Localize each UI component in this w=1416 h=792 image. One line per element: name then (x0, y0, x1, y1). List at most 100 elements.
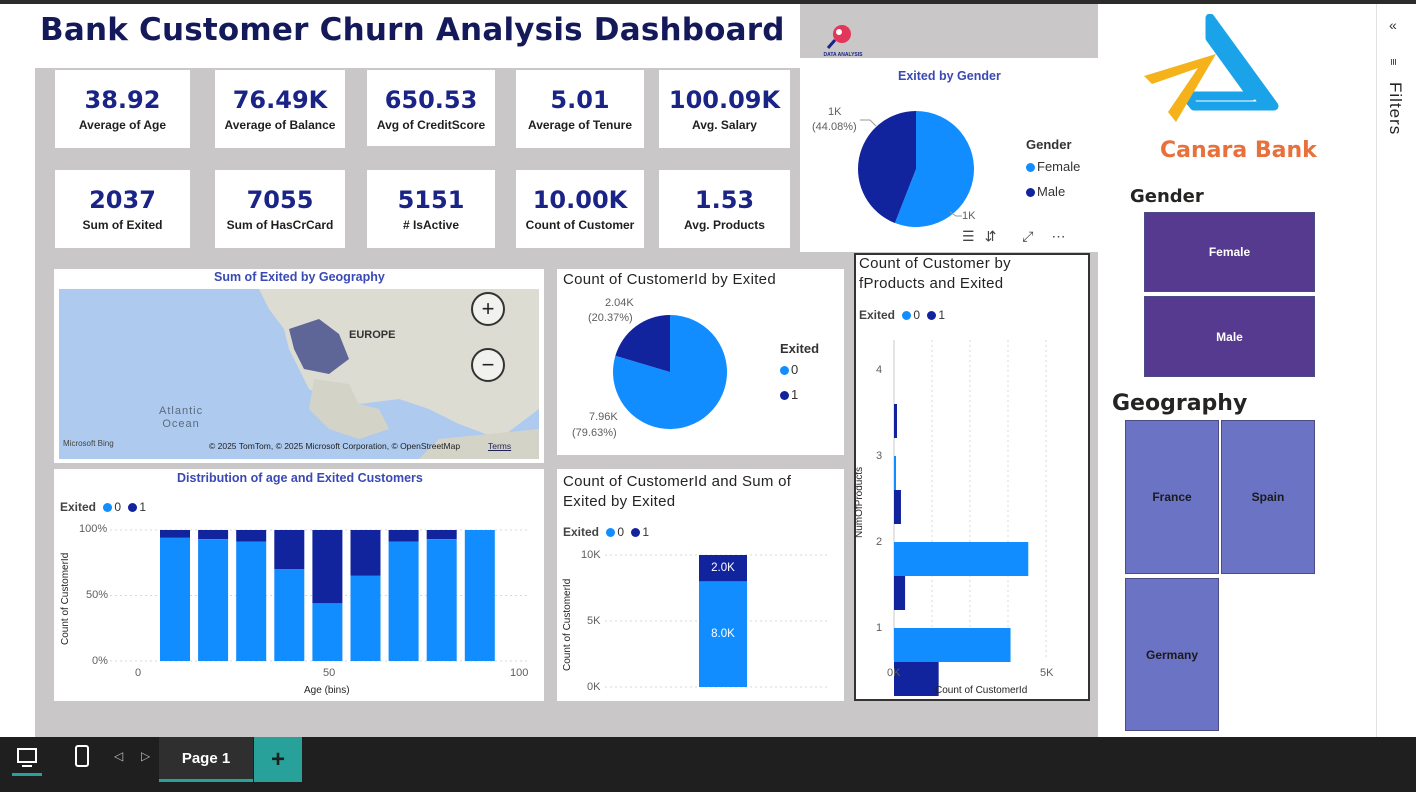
filters-label[interactable]: Filters (1385, 82, 1405, 135)
age-bar-exited-0[interactable] (160, 537, 190, 661)
age-bar-exited-0[interactable] (312, 603, 343, 661)
exited-by-gender-title: Exited by Gender (898, 69, 1001, 83)
products-ytick-1: 1 (876, 622, 883, 634)
kpi-value: 38.92 (84, 86, 161, 114)
legend-item-1[interactable]: 1 (780, 387, 819, 402)
pie-label-exited1-pct: (20.37%) (588, 312, 633, 324)
products-y-axis-title: NumOfProducts (854, 466, 865, 538)
legend-item-0[interactable]: 0 (898, 308, 920, 322)
map-zoom-in-button[interactable]: + (471, 292, 505, 326)
previous-page-icon[interactable]: ◁ (114, 749, 123, 763)
pie-label-exited1-value: 2.04K (605, 297, 634, 309)
filter-icon[interactable]: ☰ (962, 228, 975, 248)
collapse-filters-icon[interactable]: « (1389, 17, 1397, 33)
age-bar-exited-1[interactable] (388, 530, 419, 542)
count-by-exited-pie[interactable] (612, 314, 730, 432)
geo-tile-spain[interactable]: Spain (1221, 420, 1315, 574)
age-bar-exited-1[interactable] (236, 530, 267, 542)
gender-tile-female[interactable]: Female (1144, 212, 1315, 292)
products-bar-exited-1[interactable] (894, 490, 901, 524)
kpi-sum-exited: 2037 Sum of Exited (55, 170, 190, 248)
age-bar-exited-0[interactable] (426, 539, 457, 661)
legend-item-female[interactable]: Female (1026, 159, 1080, 174)
kpi-label: Avg. Salary (692, 118, 757, 132)
focus-mode-icon[interactable]: ⤢ (1022, 228, 1033, 248)
geo-map[interactable]: EUROPE Atlantic Ocean + − Microsoft Bing… (59, 289, 539, 459)
legend-item-0[interactable]: 0 (602, 525, 624, 539)
age-bar-exited-1[interactable] (160, 530, 190, 538)
age-chart-title: Distribution of age and Exited Customers (177, 471, 423, 485)
kpi-value: 100.09K (668, 86, 781, 114)
gender-tile-male[interactable]: Male (1144, 296, 1315, 377)
legend-title: Exited (563, 525, 600, 539)
sum-y-axis-title: Count of CustomerId (562, 578, 573, 671)
products-xtick-5k: 5K (1040, 667, 1054, 679)
kpi-average-age: 38.92 Average of Age (55, 70, 190, 148)
age-bar-exited-0[interactable] (198, 539, 229, 661)
map-terms-link[interactable]: Terms (488, 441, 511, 451)
data-analysis-logo: DATA ANALYSIS (824, 25, 863, 58)
kpi-value: 5.01 (550, 86, 610, 114)
products-bar-exited-1[interactable] (894, 576, 906, 610)
legend-item-0[interactable]: 0 (99, 500, 121, 514)
age-bar-exited-0[interactable] (388, 541, 419, 661)
age-ytick-50: 50% (86, 589, 109, 601)
sum-chart-title: Count of CustomerId and Sum of Exited by… (563, 473, 792, 510)
legend-item-0[interactable]: 0 (780, 362, 819, 377)
mobile-view-icon[interactable] (70, 744, 94, 774)
products-bar-exited-1[interactable] (894, 662, 939, 696)
age-bar-exited-0[interactable] (464, 530, 495, 661)
legend-title: Exited (859, 308, 896, 322)
products-bar-exited-1[interactable] (894, 404, 897, 438)
age-bar-exited-1[interactable] (426, 530, 457, 540)
age-bar-chart[interactable] (110, 522, 540, 667)
products-bar-chart[interactable] (856, 330, 1086, 700)
desktop-view-icon[interactable] (12, 744, 42, 776)
sum-legend: Exited 0 1 (563, 525, 649, 539)
kpi-avg-salary: 100.09K Avg. Salary (659, 70, 790, 148)
age-bar-exited-0[interactable] (274, 569, 305, 661)
kpi-sum-hascrcard: 7055 Sum of HasCrCard (215, 170, 345, 248)
legend-item-1[interactable]: 1 (923, 308, 945, 322)
kpi-label: Average of Age (78, 118, 167, 132)
products-ytick-4: 4 (876, 364, 883, 376)
sum-bar-label-1: 2.0K (711, 562, 735, 574)
products-bar-exited-0[interactable] (894, 456, 896, 490)
kpi-label: Count of Customer (525, 218, 635, 232)
kpi-avg-products: 1.53 Avg. Products (659, 170, 790, 248)
kpi-value: 650.53 (384, 86, 478, 114)
age-bar-exited-1[interactable] (350, 530, 381, 576)
map-zoom-out-button[interactable]: − (471, 348, 505, 382)
age-bar-exited-1[interactable] (274, 530, 305, 570)
geo-tile-germany[interactable]: Germany (1125, 578, 1219, 731)
more-options-icon[interactable]: ⋯ (1052, 228, 1066, 248)
bank-name: Canara Bank (1160, 138, 1317, 163)
gender-legend: Gender Female Male (1026, 137, 1080, 199)
map-attribution: © 2025 TomTom, © 2025 Microsoft Corporat… (209, 441, 461, 451)
count-by-exited-title: Count of CustomerId by Exited (563, 271, 776, 288)
age-legend: Exited 0 1 (60, 500, 146, 514)
products-bar-exited-0[interactable] (894, 628, 1011, 662)
legend-item-1[interactable]: 1 (627, 525, 649, 539)
kpi-value: 5151 (397, 186, 465, 214)
geo-map-title: Sum of Exited by Geography (214, 270, 385, 284)
next-page-icon[interactable]: ▷ (141, 749, 150, 763)
geo-tile-france[interactable]: France (1125, 420, 1219, 574)
age-xtick-0: 0 (135, 667, 142, 679)
kpi-average-balance: 76.49K Average of Balance (215, 70, 345, 148)
age-bar-exited-1[interactable] (312, 530, 343, 604)
products-bar-exited-0[interactable] (894, 542, 1029, 576)
pie-label-exited0-value: 7.96K (589, 411, 618, 423)
pie-label-exited0-pct: (79.63%) (572, 427, 617, 439)
add-page-button[interactable]: + (254, 737, 302, 782)
legend-item-male[interactable]: Male (1026, 184, 1080, 199)
tab-page-1[interactable]: Page 1 (159, 737, 253, 782)
age-bar-exited-0[interactable] (236, 541, 267, 661)
drill-icon[interactable]: ⇵ (985, 228, 997, 248)
age-bar-exited-0[interactable] (350, 575, 381, 661)
map-label-europe: EUROPE (349, 329, 396, 341)
kpi-value: 2037 (89, 186, 156, 214)
products-chart-title: Count of Customer by fProducts and Exite… (859, 255, 1011, 292)
legend-item-1[interactable]: 1 (124, 500, 146, 514)
age-bar-exited-1[interactable] (198, 530, 229, 540)
